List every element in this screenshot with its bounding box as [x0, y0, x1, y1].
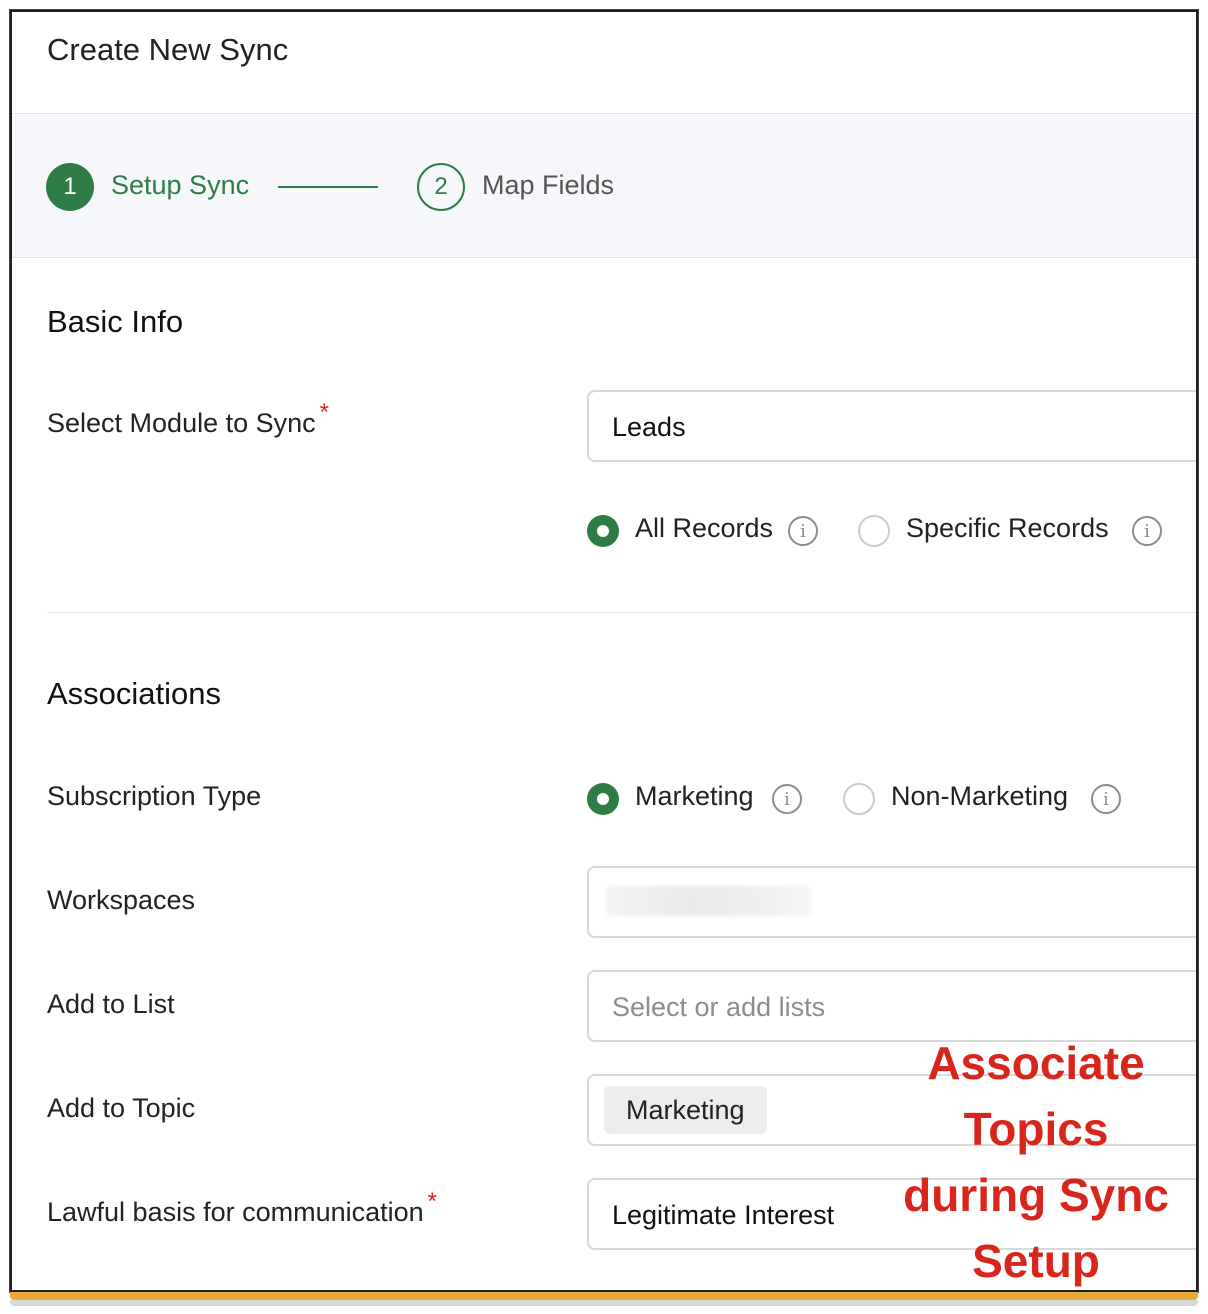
- required-mark: *: [319, 399, 329, 426]
- frame-edge: [1196, 10, 1198, 1292]
- lawful-basis-field-label: Lawful basis for communication *: [47, 1188, 437, 1228]
- step-1-label[interactable]: Setup Sync: [111, 170, 249, 201]
- lawful-basis-label-text: Lawful basis for communication: [47, 1197, 424, 1227]
- step-2-label[interactable]: Map Fields: [482, 170, 614, 201]
- basic-info-heading: Basic Info: [47, 304, 184, 339]
- module-field-label: Select Module to Sync *: [47, 399, 329, 439]
- redacted-workspace-value: [606, 886, 811, 916]
- stepper: 1 Setup Sync 2 Map Fields: [12, 114, 1198, 258]
- all-records-label[interactable]: All Records: [635, 513, 773, 544]
- required-mark: *: [427, 1188, 438, 1215]
- marketing-radio[interactable]: [587, 783, 619, 815]
- workspaces-select[interactable]: [587, 866, 1198, 938]
- section-divider: [47, 612, 1198, 613]
- subscription-type-label: Subscription Type: [47, 781, 262, 811]
- all-records-radio[interactable]: [587, 515, 619, 547]
- info-icon[interactable]: i: [788, 516, 818, 546]
- step-connector: [278, 186, 378, 188]
- callout-line: Setup: [972, 1235, 1100, 1287]
- specific-records-label[interactable]: Specific Records: [906, 513, 1109, 544]
- non-marketing-radio[interactable]: [843, 783, 875, 815]
- lawful-basis-value: Legitimate Interest: [612, 1200, 835, 1230]
- callout-line: during Sync: [903, 1169, 1169, 1221]
- add-to-topic-label: Add to Topic: [47, 1093, 196, 1123]
- page-title: Create New Sync: [47, 32, 289, 67]
- step-1-indicator[interactable]: 1: [46, 163, 94, 211]
- topic-tag[interactable]: Marketing: [604, 1086, 767, 1134]
- callout-line: Associate: [927, 1037, 1145, 1089]
- info-icon[interactable]: i: [1091, 784, 1121, 814]
- panel-header: Create New Sync: [12, 12, 1198, 114]
- specific-records-radio[interactable]: [858, 515, 890, 547]
- module-label-text: Select Module to Sync: [47, 408, 316, 438]
- info-icon[interactable]: i: [1132, 516, 1162, 546]
- info-icon[interactable]: i: [772, 784, 802, 814]
- marketing-label[interactable]: Marketing: [635, 781, 754, 812]
- non-marketing-label[interactable]: Non-Marketing: [891, 781, 1068, 812]
- add-to-list-placeholder: Select or add lists: [612, 992, 826, 1022]
- frame-bottom-accent: [10, 1292, 1198, 1300]
- create-sync-panel: Create New Sync 1 Setup Sync 2 Map Field…: [10, 10, 1198, 1292]
- frame-bottom-shadow: [10, 1300, 1198, 1306]
- step-2-indicator[interactable]: 2: [417, 163, 465, 211]
- workspaces-label: Workspaces: [47, 885, 196, 915]
- module-select-value: Leads: [612, 412, 686, 442]
- associations-heading: Associations: [47, 676, 222, 711]
- add-to-list-label: Add to List: [47, 989, 175, 1019]
- module-select[interactable]: Leads: [587, 390, 1198, 462]
- callout-annotation: Associate Topics during Sync Setup: [886, 1030, 1186, 1290]
- callout-line: Topics: [963, 1103, 1109, 1155]
